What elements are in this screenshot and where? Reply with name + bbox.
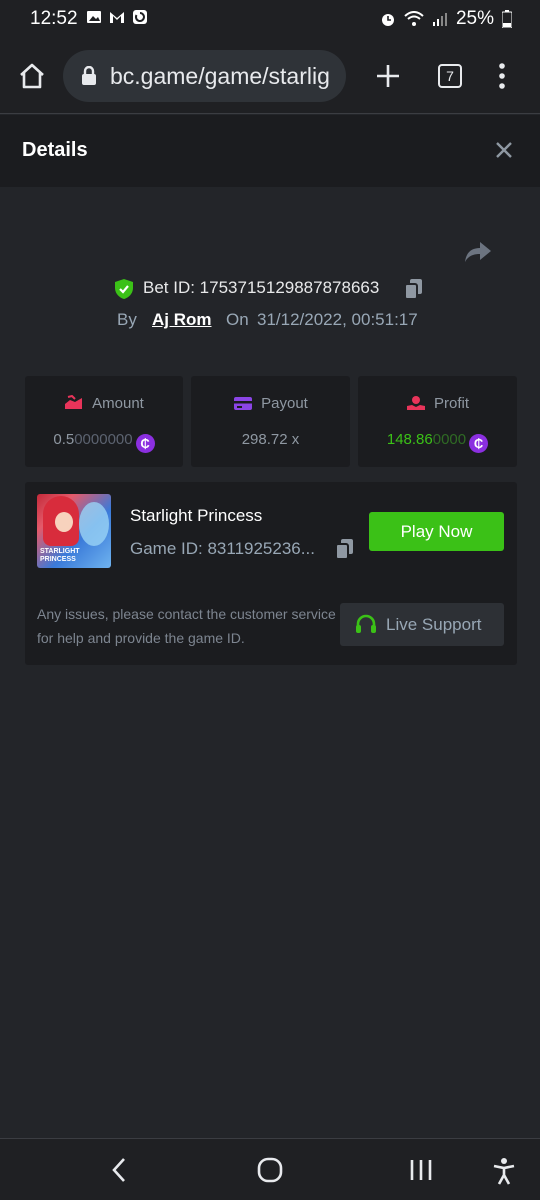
home-nav-icon[interactable] bbox=[257, 1157, 283, 1183]
browser-toolbar: bc.game/game/starlig 7 bbox=[0, 40, 540, 114]
url-text: bc.game/game/starlig bbox=[110, 63, 330, 89]
amount-card: Amount 0.50000000 ₵ bbox=[25, 376, 183, 467]
bet-meta-row: By Aj Rom On 31/12/2022, 00:51:17 bbox=[0, 310, 540, 332]
amount-label: Amount bbox=[92, 395, 144, 412]
sync-icon bbox=[133, 10, 147, 24]
tab-switcher-button[interactable]: 7 bbox=[438, 64, 462, 88]
payout-card: Payout 298.72 x bbox=[191, 376, 350, 467]
play-now-button[interactable]: Play Now bbox=[369, 512, 504, 551]
shield-check-icon bbox=[115, 279, 133, 299]
share-icon[interactable] bbox=[464, 240, 492, 264]
game-card: STARLIGHT PRINCESS Starlight Princess Gam… bbox=[25, 482, 517, 665]
user-link[interactable]: Aj Rom bbox=[152, 310, 212, 330]
profit-card: Profit 148.860000 ₵ bbox=[358, 376, 517, 467]
alarm-icon bbox=[381, 14, 394, 26]
amount-value: 0.50000000 ₵ bbox=[25, 431, 183, 453]
headphones-icon bbox=[356, 614, 376, 633]
profit-icon bbox=[406, 396, 425, 410]
coin-icon: ₵ bbox=[135, 434, 155, 453]
payout-icon bbox=[234, 397, 253, 410]
battery-icon bbox=[502, 10, 512, 28]
live-support-label: Live Support bbox=[386, 615, 482, 634]
new-tab-icon[interactable] bbox=[374, 62, 402, 90]
by-label: By bbox=[117, 310, 137, 329]
game-logo: STARLIGHT PRINCESS bbox=[40, 548, 80, 563]
status-bar: 12:52 25% bbox=[0, 0, 540, 40]
on-label: On bbox=[226, 310, 249, 329]
android-nav-bar bbox=[0, 1138, 540, 1200]
address-bar[interactable]: bc.game/game/starlig bbox=[63, 50, 346, 102]
game-id: Game ID: 8311925236... bbox=[130, 539, 315, 558]
profit-value: 148.860000 ₵ bbox=[358, 431, 517, 453]
accessibility-icon[interactable] bbox=[492, 1157, 516, 1185]
home-icon[interactable] bbox=[18, 62, 46, 90]
lock-icon bbox=[82, 66, 96, 85]
gmail-icon bbox=[110, 12, 124, 23]
payout-label: Payout bbox=[261, 395, 308, 412]
bet-date: 31/12/2022, 00:51:17 bbox=[257, 310, 418, 329]
more-menu-icon[interactable] bbox=[496, 62, 508, 90]
game-thumbnail[interactable]: STARLIGHT PRINCESS bbox=[37, 494, 111, 568]
support-hint-text: Any issues, please contact the customer … bbox=[37, 606, 336, 646]
close-icon[interactable] bbox=[494, 140, 514, 160]
details-header: Details bbox=[0, 115, 540, 187]
copy-icon[interactable] bbox=[335, 538, 355, 560]
back-icon[interactable] bbox=[110, 1157, 128, 1183]
status-right: 25% bbox=[380, 8, 512, 30]
wifi-icon bbox=[404, 11, 424, 26]
live-support-button[interactable]: Live Support bbox=[340, 603, 504, 646]
bet-id-row: Bet ID: 1753715129887878663 bbox=[0, 276, 540, 300]
gallery-icon bbox=[87, 11, 101, 23]
page-title: Details bbox=[22, 139, 88, 161]
battery-percent: 25% bbox=[455, 8, 494, 29]
signal-icon bbox=[432, 13, 447, 26]
bet-id: Bet ID: 1753715129887878663 bbox=[143, 278, 380, 297]
profit-label: Profit bbox=[433, 395, 469, 412]
notification-icons bbox=[86, 9, 148, 25]
payout-value: 298.72 x bbox=[241, 431, 300, 448]
coin-icon: ₵ bbox=[469, 434, 489, 453]
amount-icon bbox=[65, 395, 83, 409]
copy-icon[interactable] bbox=[404, 278, 424, 300]
recents-icon[interactable] bbox=[409, 1157, 433, 1183]
game-name[interactable]: Starlight Princess bbox=[130, 506, 262, 526]
status-time: 12:52 bbox=[30, 8, 78, 29]
